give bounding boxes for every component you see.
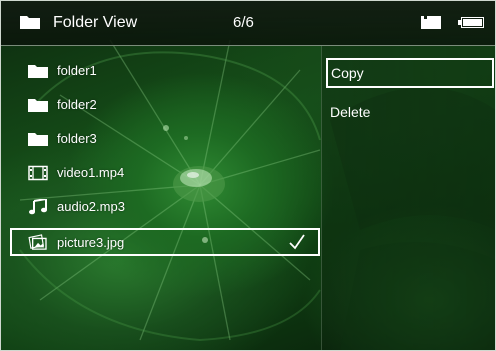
list-item-video1[interactable]: video1.mp4 bbox=[10, 156, 320, 190]
list-item-label: folder1 bbox=[57, 63, 97, 78]
projector-screen: Folder View 6/6 folder1 folder2 folder3 … bbox=[0, 0, 496, 351]
list-item-label: picture3.jpg bbox=[57, 235, 125, 250]
list-item-audio2[interactable]: audio2.mp3 bbox=[10, 190, 320, 224]
film-icon bbox=[28, 165, 48, 181]
header-bar: Folder View 6/6 bbox=[0, 0, 496, 46]
list-item-label: folder2 bbox=[57, 97, 97, 112]
list-item-label: audio2.mp3 bbox=[57, 199, 125, 214]
checkmark-icon bbox=[289, 234, 305, 250]
battery-icon bbox=[458, 17, 484, 28]
list-item-label: folder3 bbox=[57, 131, 97, 146]
list-item-picture3[interactable]: picture3.jpg bbox=[10, 228, 320, 256]
folder-icon bbox=[28, 99, 48, 112]
music-note-icon bbox=[29, 199, 47, 215]
folder-icon bbox=[28, 65, 48, 78]
folder-icon bbox=[28, 133, 48, 146]
folder-icon bbox=[20, 16, 40, 29]
list-item-folder2[interactable]: folder2 bbox=[10, 88, 320, 122]
list-item-label: video1.mp4 bbox=[57, 165, 125, 180]
menu-item-delete[interactable]: Delete bbox=[326, 97, 494, 127]
list-item-folder1[interactable]: folder1 bbox=[10, 54, 320, 88]
menu-item-label: Copy bbox=[331, 65, 364, 81]
list-item-folder3[interactable]: folder3 bbox=[10, 122, 320, 156]
menu-item-copy[interactable]: Copy bbox=[326, 58, 494, 88]
item-counter: 6/6 bbox=[233, 14, 254, 31]
page-title: Folder View bbox=[53, 14, 138, 31]
picture-icon bbox=[28, 234, 47, 250]
file-list: folder1 folder2 folder3 video1.mp4 audio… bbox=[10, 54, 320, 256]
memory-card-icon bbox=[421, 16, 441, 29]
context-menu: Copy Delete bbox=[321, 46, 496, 350]
menu-item-label: Delete bbox=[330, 104, 371, 120]
